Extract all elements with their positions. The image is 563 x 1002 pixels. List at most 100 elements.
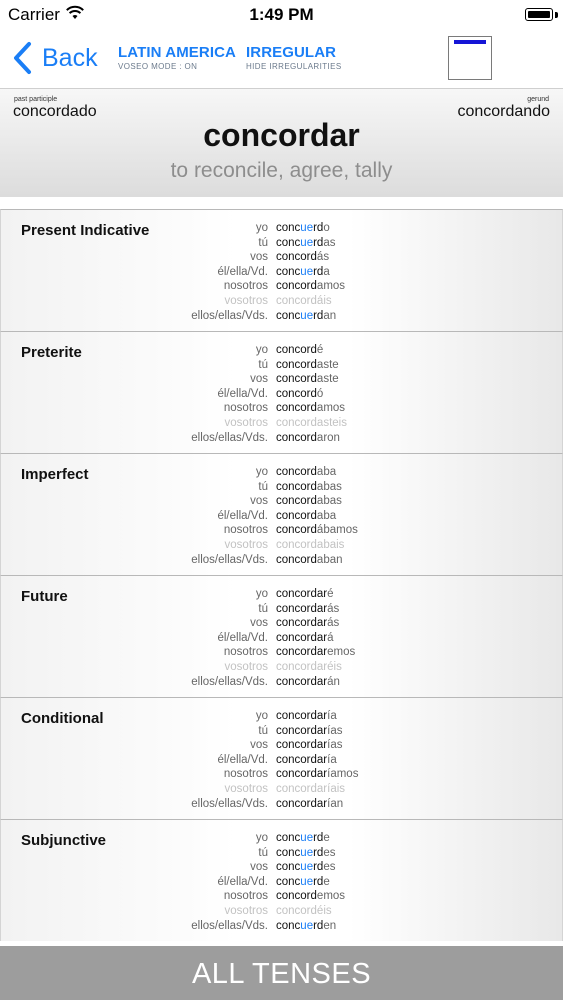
conjugated-form: concordarías [276, 738, 342, 753]
verb-stem: concordar [276, 768, 328, 781]
voseo-mode-toggle[interactable]: LATIN AMERICA VOSEO MODE : ON [118, 44, 236, 71]
verb-ending: a [323, 265, 330, 278]
tense-section[interactable]: Present Indicative yo concuerdo tú concuerda… [0, 209, 563, 331]
conjugated-form: concordabais [276, 538, 344, 553]
tense-section[interactable]: Future yo concordaré tú concordarás vos concor… [0, 575, 563, 697]
tense-section[interactable]: Imperfect yo concordaba tú concordabas vos con… [0, 453, 563, 575]
hide-irregularities-label: HIDE IRREGULARITIES [246, 62, 342, 71]
pronoun-label: tú [258, 358, 268, 371]
conjugation-row: yo concordaba [1, 465, 563, 480]
verb-stem: concord [276, 495, 317, 508]
tense-section[interactable]: Subjunctive yo concuerde tú concuerdes vos con… [0, 819, 563, 941]
conjugated-form: concordasteis [276, 416, 347, 431]
pronoun-label: vos [250, 861, 268, 874]
verb-ending: án [327, 675, 340, 688]
conjugated-form: concordé [276, 343, 323, 358]
verb-stem: concord [276, 904, 317, 917]
conjugated-form: concordábamos [276, 523, 358, 538]
verb-ending: áis [316, 294, 332, 307]
conjugated-form: concuerdan [276, 309, 336, 324]
verb-stem: concordar [276, 753, 328, 766]
pronoun-label: tú [258, 724, 268, 737]
conjugation-row: él/ella/Vd. concordaría [1, 753, 563, 768]
verb-stem: concord [276, 431, 317, 444]
verb-stem: concord [276, 480, 317, 493]
conjugated-form: concordará [276, 631, 334, 646]
conjugated-form: concordaríamos [276, 767, 358, 782]
verb-ending: aste [316, 358, 339, 371]
pronoun-label: nosotros [223, 280, 268, 293]
verb-ending: á [327, 631, 334, 644]
conjugated-form: concordabas [276, 494, 342, 509]
verb-stem: concord [276, 294, 317, 307]
verb-meaning: to reconcile, agree, tally [170, 159, 393, 182]
status-bar: Carrier 1:49 PM [0, 0, 563, 30]
pronoun-label: vos [250, 617, 268, 630]
irregular-segment: ue [300, 832, 314, 844]
conjugation-row: él/ella/Vd. concordará [1, 631, 563, 646]
conjugation-row: vosotros concordabais [1, 538, 563, 553]
conjugated-form: concordaste [276, 372, 339, 387]
verb-stem: concordar [276, 782, 328, 795]
tense-section[interactable]: Conditional yo concordaría tú concordarías vo… [0, 697, 563, 819]
verb-ending: aron [316, 431, 340, 444]
gerund-caption: gerund [527, 96, 549, 103]
flashcard-button[interactable] [448, 36, 492, 80]
irregular-label: IRREGULAR [246, 44, 337, 61]
verb-ending: éis [316, 904, 332, 917]
conjugation-row: nosotros concordaremos [1, 645, 563, 660]
conjugation-row: nosotros concordábamos [1, 523, 563, 538]
verb-stem: conc [276, 861, 301, 874]
pronoun-label: nosotros [223, 646, 268, 659]
verb-ending: emos [316, 890, 346, 903]
pronoun-label: vosotros [224, 782, 268, 795]
conjugation-row: vos concordás [1, 250, 563, 265]
verb-ending: amos [316, 280, 346, 293]
pronoun-label: ellos/ellas/Vds. [191, 553, 268, 566]
verb-stem: concordar [276, 617, 328, 630]
verb-stem: rd [313, 265, 324, 278]
pronoun-label: nosotros [223, 402, 268, 415]
verb-stem: conc [276, 919, 301, 932]
all-tenses-button[interactable]: ALL TENSES [0, 946, 563, 1000]
pronoun-label: él/ella/Vd. [217, 631, 268, 644]
pronoun-label: nosotros [223, 524, 268, 537]
verb-ending: é [316, 344, 324, 356]
conjugated-form: concordaré [276, 587, 334, 602]
pronoun-label: vosotros [224, 904, 268, 917]
conjugation-row: nosotros concordemos [1, 889, 563, 904]
irregular-segment: ue [300, 309, 314, 322]
conjugated-form: concordáis [276, 294, 332, 309]
tense-section[interactable]: Preterite yo concordé tú concordaste vos conco… [0, 331, 563, 453]
conjugated-form: concordás [276, 250, 329, 265]
conjugation-row: yo concuerde [1, 831, 563, 846]
voseo-mode-status: VOSEO MODE : ON [118, 62, 198, 71]
irregular-toggle[interactable]: IRREGULAR HIDE IRREGULARITIES [246, 44, 342, 71]
verb-stem: rd [313, 846, 324, 859]
conjugation-list: yo concordaré tú concordarás vos concordarás é… [1, 587, 563, 689]
clock: 1:49 PM [249, 5, 314, 24]
verb-stem: concord [276, 524, 317, 537]
pronoun-label: vos [250, 739, 268, 752]
flashcard-bar [454, 40, 486, 44]
conjugation-row: ellos/ellas/Vds. concordaban [1, 553, 563, 568]
pronoun-label: yo [255, 832, 268, 844]
pronoun-label: vos [250, 251, 268, 264]
conjugated-form: concordaste [276, 358, 339, 373]
conjugation-row: tú concuerdes [1, 846, 563, 861]
back-button[interactable]: Back [10, 38, 98, 78]
pronoun-label: yo [255, 588, 268, 600]
verb-stem: conc [276, 832, 301, 844]
chevron-left-icon [14, 42, 31, 74]
pronoun-label: vosotros [224, 416, 268, 429]
conjugated-form: concordó [276, 387, 323, 402]
verb-stem: concordar [276, 710, 328, 722]
battery-icon [525, 8, 553, 21]
pronoun-label: tú [258, 846, 268, 859]
conjugation-row: ellos/ellas/Vds. concuerdan [1, 309, 563, 324]
irregular-segment: ue [300, 222, 314, 234]
verb-stem: concord [276, 251, 317, 264]
verb-ending: e [323, 832, 330, 844]
conjugation-row: tú concordarás [1, 602, 563, 617]
verb-ending: abais [316, 538, 345, 551]
